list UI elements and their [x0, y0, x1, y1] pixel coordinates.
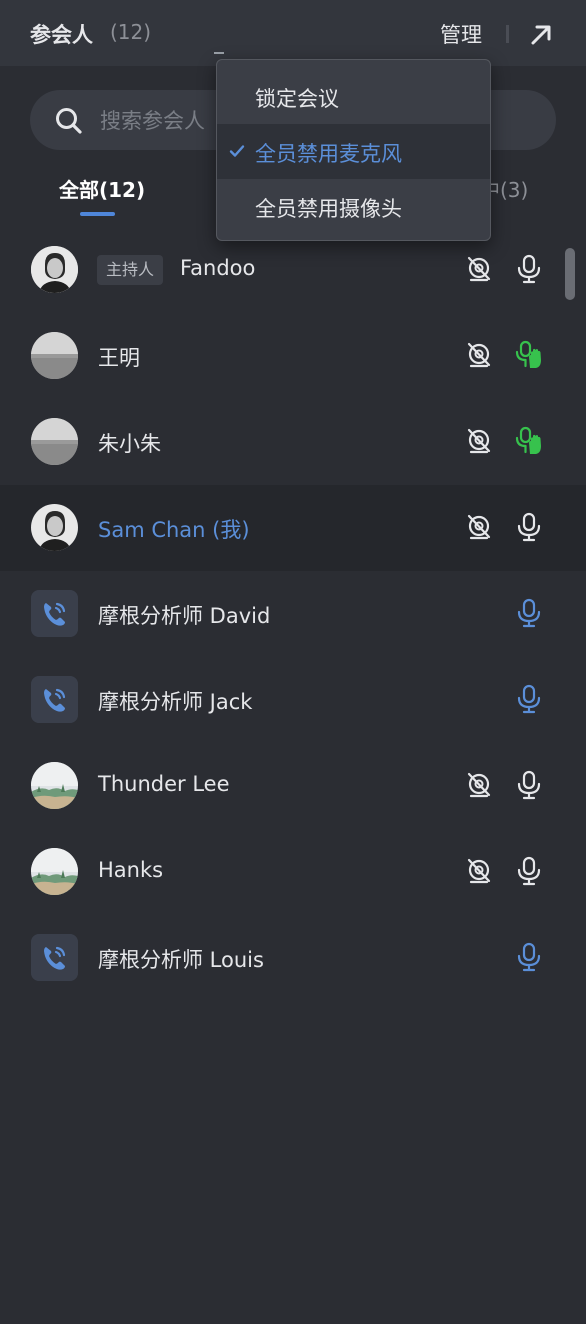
mic-icon[interactable]	[515, 512, 543, 542]
mic-raised-hand-icon[interactable]	[515, 340, 543, 370]
menu-item-lock-meeting[interactable]: 锁定会议	[217, 69, 490, 124]
camera-off-icon[interactable]	[466, 514, 492, 540]
participant-count: (12)	[110, 20, 152, 44]
scrollbar-thumb[interactable]	[565, 248, 575, 300]
search-icon	[56, 108, 82, 134]
participant-name: Thunder Lee	[98, 772, 230, 796]
mic-icon[interactable]	[515, 254, 543, 284]
camera-off-icon[interactable]	[466, 858, 492, 884]
participant-name: 摩根分析师 Louis	[98, 948, 264, 972]
arrow-up-right-icon[interactable]	[528, 22, 554, 48]
menu-item-label: 全员禁用摄像头	[255, 197, 402, 221]
participant-row[interactable]: Thunder Lee	[0, 743, 586, 829]
participant-row[interactable]: 摩根分析师 Jack	[0, 657, 586, 743]
panel-title: 参会人	[30, 23, 93, 47]
camera-off-icon[interactable]	[466, 428, 492, 454]
phone-call-icon	[31, 590, 78, 637]
mic-icon[interactable]	[515, 942, 543, 972]
tab-active-indicator	[80, 212, 115, 216]
participant-name: 摩根分析师 David	[98, 604, 271, 628]
avatar	[31, 332, 78, 379]
menu-item-label: 全员禁用麦克风	[255, 142, 402, 166]
mic-icon[interactable]	[515, 684, 543, 714]
participants-panel: 参会人 (12) 管理 全部(12) 中(3) 主持人	[0, 0, 586, 1324]
participant-name: Sam Chan (我)	[98, 518, 250, 542]
camera-off-icon[interactable]	[466, 772, 492, 798]
host-badge: 主持人	[97, 255, 164, 285]
avatar	[31, 848, 78, 895]
phone-call-icon	[31, 934, 78, 981]
tab-all[interactable]: 全部(12)	[59, 174, 145, 203]
participant-row[interactable]: 摩根分析师 David	[0, 571, 586, 657]
manage-button[interactable]: 管理	[440, 19, 482, 49]
checkmark-icon	[229, 145, 245, 157]
participant-name: 朱小朱	[98, 432, 161, 456]
participant-row[interactable]: Hanks	[0, 829, 586, 915]
participant-name: Hanks	[98, 858, 164, 882]
phone-call-icon	[31, 676, 78, 723]
participant-row[interactable]: 朱小朱	[0, 399, 586, 485]
participant-row[interactable]: 王明	[0, 313, 586, 399]
panel-header: 参会人 (12) 管理	[0, 0, 586, 66]
menu-item-mute-all-mics[interactable]: 全员禁用麦克风	[217, 124, 490, 179]
avatar	[31, 762, 78, 809]
mic-icon[interactable]	[515, 770, 543, 800]
dropdown-anchor	[214, 52, 224, 54]
participant-row-self[interactable]: Sam Chan (我)	[0, 485, 586, 571]
mic-icon[interactable]	[515, 856, 543, 886]
camera-off-icon[interactable]	[466, 256, 492, 282]
header-divider	[506, 25, 509, 43]
participant-name: Fandoo	[180, 256, 256, 280]
menu-item-label: 锁定会议	[255, 87, 339, 111]
manage-dropdown-menu: 锁定会议 全员禁用麦克风 全员禁用摄像头	[216, 59, 491, 241]
camera-off-icon[interactable]	[466, 342, 492, 368]
participant-row[interactable]: 摩根分析师 Louis	[0, 915, 586, 1001]
mic-icon[interactable]	[515, 598, 543, 628]
mic-raised-hand-icon[interactable]	[515, 426, 543, 456]
avatar	[31, 246, 78, 293]
avatar	[31, 504, 78, 551]
menu-item-disable-all-cameras[interactable]: 全员禁用摄像头	[217, 179, 490, 234]
participant-name: 王明	[98, 346, 140, 370]
participant-name: 摩根分析师 Jack	[98, 690, 253, 714]
avatar	[31, 418, 78, 465]
participant-list: 主持人 Fandoo 王明 朱小朱 Sam Chan (我) 摩根分析师 Dav…	[0, 227, 586, 1001]
